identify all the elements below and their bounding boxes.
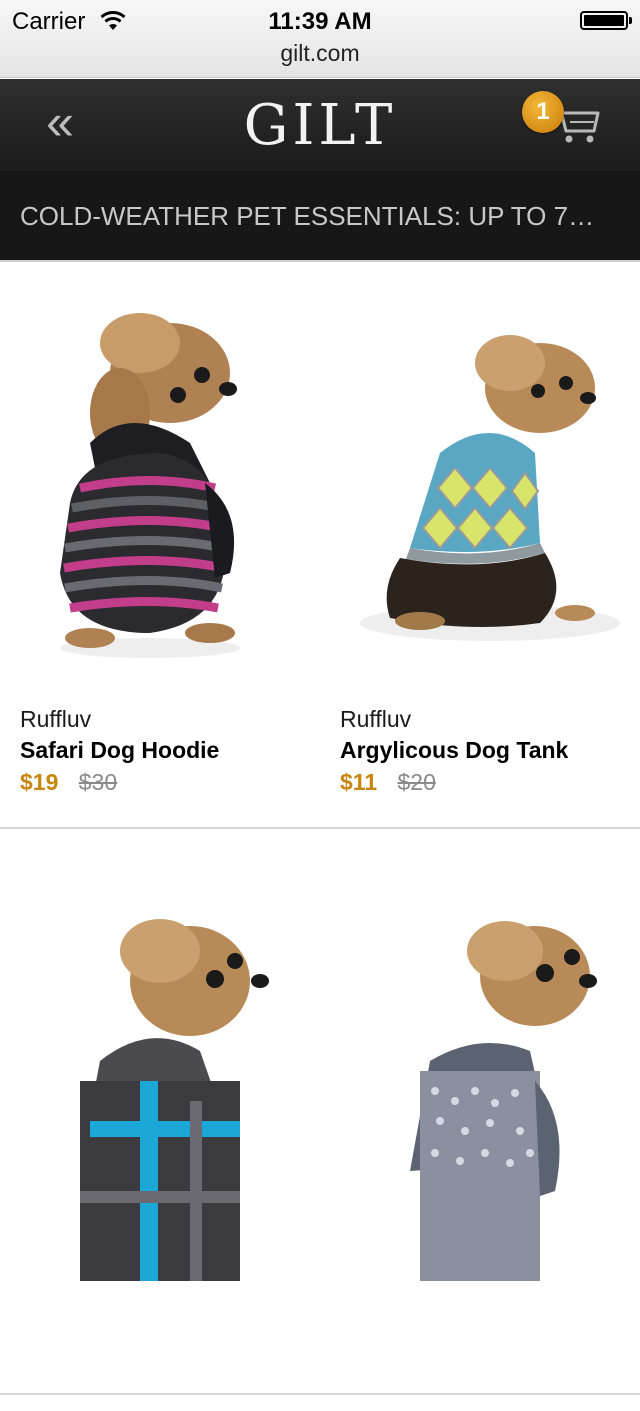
product-name[interactable]: Argylicous Dog Tank: [340, 737, 568, 764]
battery-icon: [580, 11, 632, 30]
product-card[interactable]: [320, 829, 640, 1393]
url-bar[interactable]: gilt.com: [0, 40, 640, 67]
product-row: [0, 829, 640, 1395]
product-name[interactable]: Safari Dog Hoodie: [20, 737, 219, 764]
sale-price: $19: [20, 769, 59, 795]
product-brand: Ruffluv: [340, 706, 412, 732]
product-image-dog-sequin-sweater[interactable]: [340, 891, 620, 1411]
product-grid: Ruffluv Safari Dog Hoodie $19 $30 Rufflu…: [0, 263, 640, 1395]
product-brand: Ruffluv: [20, 706, 92, 732]
sale-banner: COLD-WEATHER PET ESSENTIALS: UP TO 7…: [0, 171, 640, 262]
sale-title: COLD-WEATHER PET ESSENTIALS: UP TO 7…: [20, 201, 595, 231]
status-time: 11:39 AM: [268, 8, 372, 35]
product-prices: $19 $30: [20, 769, 117, 796]
product-image-dog-hoodie[interactable]: [20, 303, 300, 673]
product-prices: $11 $20: [340, 769, 436, 796]
product-card[interactable]: [0, 829, 320, 1393]
original-price: $30: [78, 769, 118, 795]
status-bar: Carrier 11:39 AM gilt.com: [0, 0, 640, 78]
product-row: Ruffluv Safari Dog Hoodie $19 $30 Rufflu…: [0, 263, 640, 829]
sale-price: $11: [340, 769, 378, 795]
product-image-dog-tank[interactable]: [340, 303, 620, 673]
product-image-dog-plaid-hoodie[interactable]: [20, 891, 300, 1411]
original-price: $20: [397, 769, 436, 795]
app-header: « GILT 1: [0, 79, 640, 171]
product-card[interactable]: Ruffluv Safari Dog Hoodie $19 $30: [0, 263, 320, 827]
cart-button[interactable]: 1: [522, 87, 612, 161]
cart-count-badge: 1: [522, 91, 564, 133]
product-card[interactable]: Ruffluv Argylicous Dog Tank $11 $20: [320, 263, 640, 827]
